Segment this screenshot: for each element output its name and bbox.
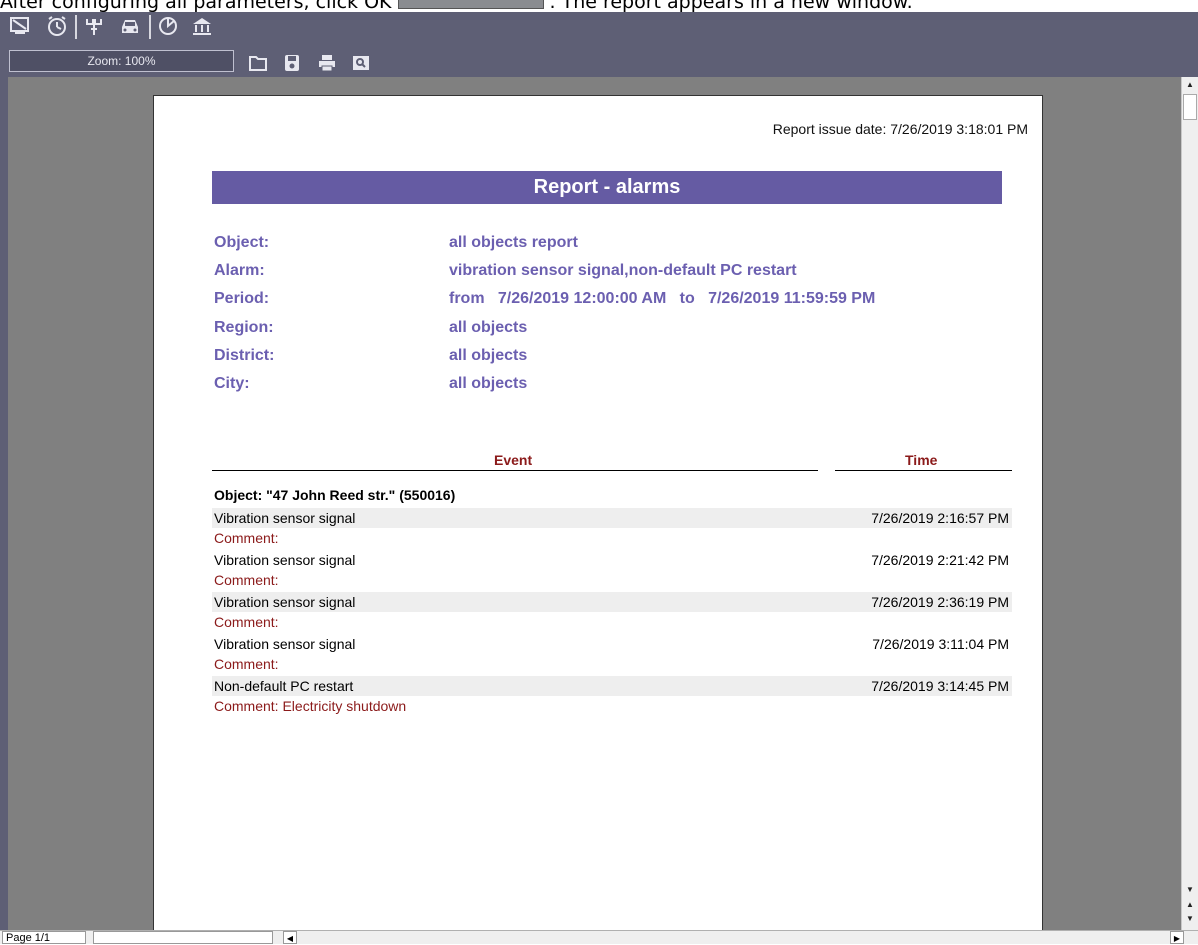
param-value: all objects report bbox=[449, 234, 578, 251]
param-value: vibration sensor signal,non-default PC r… bbox=[449, 262, 797, 279]
monitor-icon[interactable] bbox=[8, 14, 32, 38]
column-header-time: Time bbox=[905, 452, 938, 468]
pie-chart-icon[interactable] bbox=[156, 14, 180, 38]
event-name: Vibration sensor signal bbox=[214, 552, 356, 568]
param-value: all objects bbox=[449, 375, 528, 392]
event-comment: Comment: bbox=[214, 572, 279, 588]
param-label: City: bbox=[214, 375, 250, 392]
zoom-level-field[interactable]: Zoom: 100% bbox=[9, 50, 234, 72]
event-comment: Comment: Electricity shutdown bbox=[214, 698, 407, 714]
event-time: 7/26/2019 2:16:57 PM bbox=[871, 510, 1009, 526]
event-comment: Comment: bbox=[214, 656, 279, 672]
zoom-label: Zoom: 100% bbox=[87, 54, 156, 68]
table-row: Vibration sensor signal 7/26/2019 2:21:4… bbox=[212, 550, 1012, 570]
report-viewport: Report issue date: 7/26/2019 3:18:01 PM … bbox=[8, 77, 1181, 930]
param-value: all objects bbox=[449, 347, 528, 364]
report-title: Report - alarms bbox=[533, 176, 681, 198]
event-time: 7/26/2019 2:36:19 PM bbox=[871, 594, 1009, 610]
scroll-left-icon[interactable]: ◀ bbox=[283, 931, 297, 944]
report-issue-date: Report issue date: 7/26/2019 3:18:01 PM bbox=[772, 121, 1028, 137]
scroll-up-icon[interactable]: ▲ bbox=[1182, 77, 1198, 93]
param-label: Period: bbox=[214, 290, 270, 307]
ok-button-image bbox=[397, 0, 544, 9]
wire-connector-icon[interactable] bbox=[82, 14, 106, 38]
param-label: District: bbox=[214, 347, 275, 364]
left-border bbox=[0, 77, 8, 930]
column-header-event: Event bbox=[494, 452, 533, 468]
save-icon[interactable] bbox=[282, 54, 302, 72]
report-page: Report issue date: 7/26/2019 3:18:01 PM … bbox=[153, 95, 1043, 930]
page-indicator: Page 1/1 bbox=[2, 931, 86, 944]
event-comment: Comment: bbox=[214, 614, 279, 630]
table-row: Non-default PC restart 7/26/2019 3:14:45… bbox=[212, 676, 1012, 696]
status-field bbox=[93, 931, 273, 944]
open-folder-icon[interactable] bbox=[248, 54, 268, 72]
event-comment: Comment: bbox=[214, 530, 279, 546]
event-name: Vibration sensor signal bbox=[214, 636, 356, 652]
header-rule-time bbox=[835, 470, 1012, 471]
toolbar-separator bbox=[75, 15, 77, 39]
param-value: all objects bbox=[449, 319, 528, 336]
building-icon[interactable] bbox=[190, 14, 214, 38]
event-name: Vibration sensor signal bbox=[214, 510, 356, 526]
car-icon[interactable] bbox=[118, 14, 142, 38]
print-icon[interactable] bbox=[317, 54, 337, 72]
page-down-icon[interactable]: ▼ bbox=[1182, 911, 1198, 927]
table-row: Vibration sensor signal 7/26/2019 2:36:1… bbox=[212, 592, 1012, 612]
report-toolbar: Zoom: 100% bbox=[0, 12, 1198, 77]
param-label: Alarm: bbox=[214, 262, 265, 279]
scroll-right-icon[interactable]: ▶ bbox=[1170, 931, 1184, 944]
scroll-down-icon[interactable]: ▼ bbox=[1182, 882, 1198, 898]
scroll-thumb[interactable] bbox=[1183, 94, 1197, 120]
event-name: Non-default PC restart bbox=[214, 678, 354, 694]
preview-icon[interactable] bbox=[351, 54, 371, 72]
report-title-banner: Report - alarms bbox=[212, 171, 1002, 204]
toolbar-separator bbox=[149, 15, 151, 39]
event-time: 7/26/2019 3:14:45 PM bbox=[871, 678, 1009, 694]
event-time: 7/26/2019 3:11:04 PM bbox=[872, 636, 1009, 652]
vertical-scrollbar[interactable]: ▲ ▼ ▲ ▼ bbox=[1181, 77, 1198, 930]
param-value: from 7/26/2019 12:00:00 AM to 7/26/2019 … bbox=[449, 290, 876, 307]
object-group-heading: Object: "47 John Reed str." (550016) bbox=[214, 487, 456, 503]
table-row: Vibration sensor signal 7/26/2019 2:16:5… bbox=[212, 508, 1012, 528]
table-row: Vibration sensor signal 7/26/2019 3:11:0… bbox=[212, 634, 1012, 654]
event-name: Vibration sensor signal bbox=[214, 594, 356, 610]
event-time: 7/26/2019 2:21:42 PM bbox=[871, 552, 1009, 568]
param-label: Object: bbox=[214, 234, 270, 251]
header-rule-event bbox=[212, 470, 818, 471]
param-label: Region: bbox=[214, 319, 274, 336]
alarm-clock-icon[interactable] bbox=[45, 14, 69, 38]
status-bar: Page 1/1 ◀ ▶ bbox=[0, 930, 1198, 944]
